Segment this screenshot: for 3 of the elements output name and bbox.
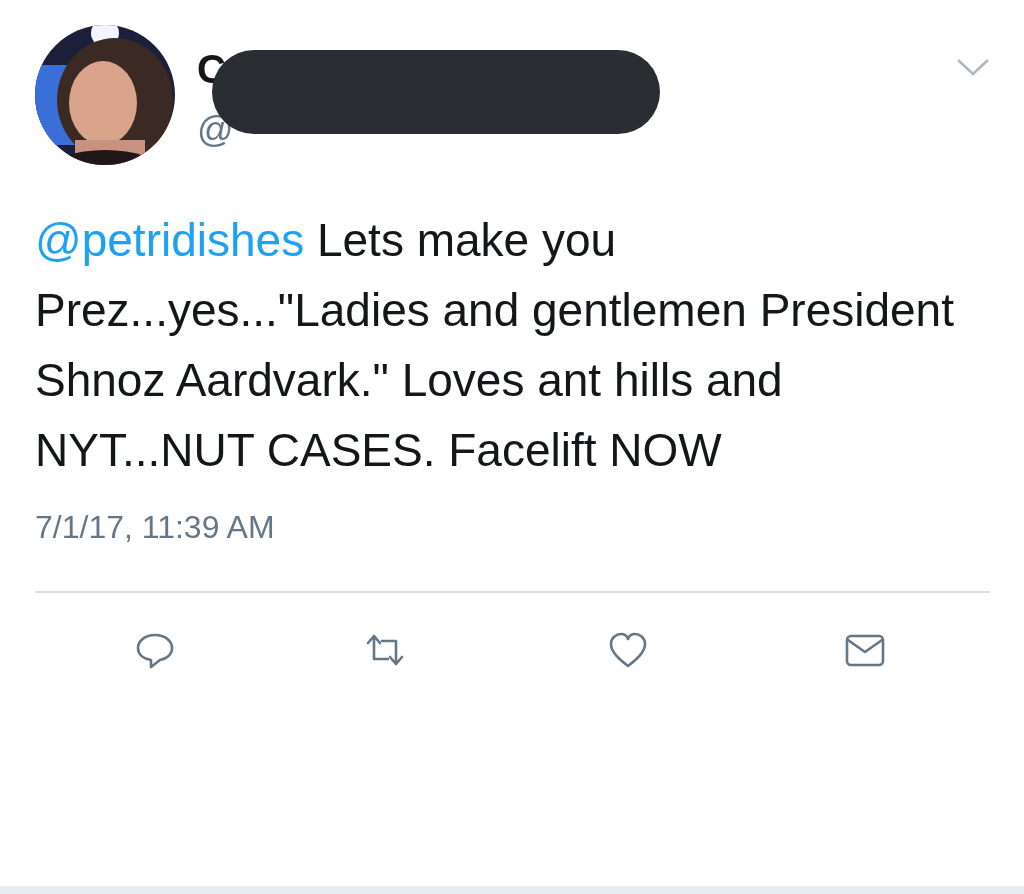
timestamp: 7/1/17, 11:39 AM <box>35 508 276 547</box>
mention-link[interactable]: @petridishes <box>35 214 305 266</box>
tweet-text: @petridishes Lets make you Prez...yes..."Ladies and gentlemen President Shnoz Aardvark." Loves ant hills and NYT...NUT CASES. Facelift NOW <box>35 213 955 478</box>
